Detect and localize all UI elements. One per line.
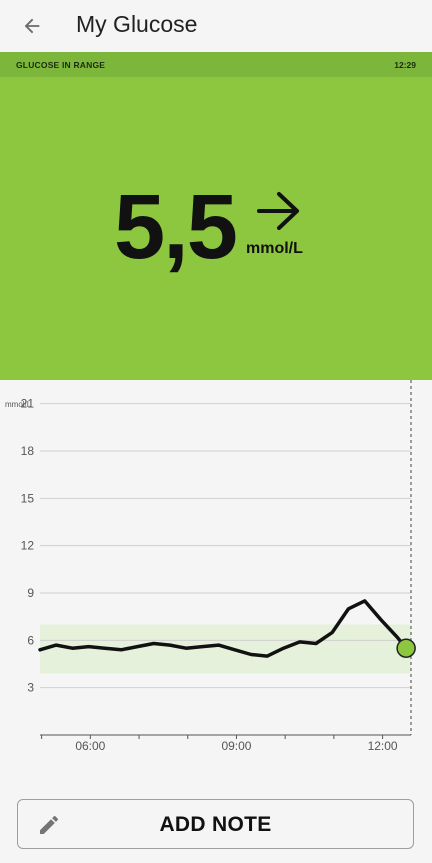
add-note-label: ADD NOTE (159, 813, 272, 836)
y-tick-label: 21 (21, 397, 35, 411)
y-tick-label: 12 (21, 539, 35, 553)
y-tick-label: 9 (27, 586, 34, 600)
current-reading-point (396, 638, 416, 658)
back-button[interactable] (14, 8, 50, 44)
add-note-button[interactable]: ADD NOTE (17, 799, 414, 849)
glucose-status-strip: GLUCOSE IN RANGE 12:29 (0, 52, 432, 77)
x-tick-label: 06:00 (75, 739, 105, 753)
page-title: My Glucose (76, 11, 198, 37)
glucose-reading-panel: 5,5 mmol/L (0, 77, 432, 380)
y-tick-label: 18 (21, 444, 35, 458)
arrow-right-icon (257, 192, 299, 230)
y-tick-label: 3 (27, 681, 34, 695)
glucose-unit: mmol/L (246, 240, 303, 257)
arrow-back-icon (24, 18, 40, 34)
app-bar: My Glucose (0, 0, 432, 52)
x-tick-label: 09:00 (221, 739, 251, 753)
glucose-history-chart: mmol/L3691215182106:00 09:00 12:00 (0, 380, 432, 770)
y-tick-label: 6 (27, 633, 34, 647)
status-label: GLUCOSE IN RANGE (16, 60, 106, 70)
chart-background (0, 380, 432, 770)
y-tick-label: 15 (21, 491, 35, 505)
status-time: 12:29 (394, 60, 416, 70)
glucose-value: 5,5 (114, 176, 238, 278)
x-tick-label: 12:00 (368, 739, 398, 753)
